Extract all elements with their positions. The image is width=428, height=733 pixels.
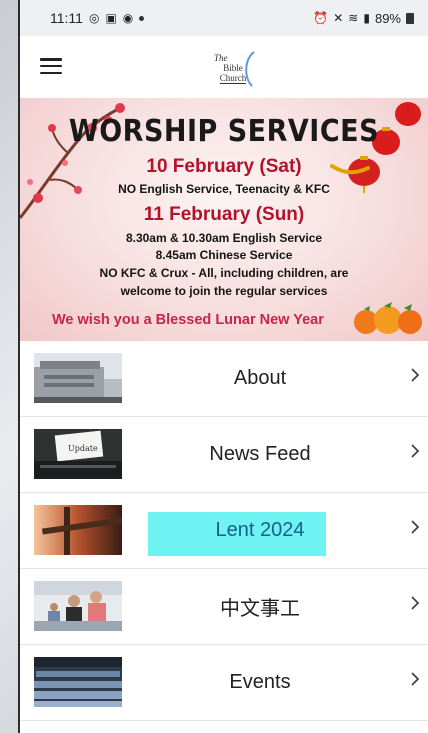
alarm-icon: ⏰ [313, 11, 329, 25]
app-bar: The Bible Church [20, 36, 428, 98]
wifi-icon: ≋ [348, 11, 359, 25]
notification-dot-icon [139, 15, 145, 21]
banner-line-4: NO KFC & Crux - All, including children,… [99, 266, 349, 280]
mute-icon: ✕ [333, 11, 344, 25]
chevron-right-icon [411, 368, 420, 382]
status-bar: 11:11 ◎ ▣ ◉ ⏰ ✕ ≋ ▮ 89% [20, 0, 428, 36]
whatsapp-icon: ◎ [88, 11, 100, 25]
events-thumbnail [34, 657, 122, 707]
banner-date-sat: 10 February (Sat) [146, 156, 302, 177]
about-thumbnail [34, 353, 122, 403]
menu-icon-bar [40, 64, 62, 68]
menu-item-events[interactable]: Events [20, 645, 428, 721]
status-left: 11:11 ◎ ▣ ◉ [50, 10, 145, 26]
logo-bible: Bible [223, 62, 243, 73]
status-right: ⏰ ✕ ≋ ▮ 89% [313, 11, 414, 26]
chevron-right-icon [411, 672, 420, 686]
status-time: 11:11 [50, 10, 83, 26]
battery-percent: 89% [374, 10, 401, 26]
logo-swoosh-icon [245, 51, 255, 87]
logo-the: The [214, 52, 228, 63]
menu-icon-bar [40, 58, 62, 61]
banner-title: WORSHIP SERVICES [68, 114, 380, 149]
menu-item-lent-2024[interactable]: Lent 2024 [20, 493, 428, 569]
menu-label-events: Events [229, 671, 291, 693]
banner-wish: We wish you a Blessed Lunar New Year [52, 312, 324, 328]
gallery-icon: ▣ [105, 11, 117, 25]
banner-line-1: NO English Service, Teenacity & KFC [118, 182, 330, 196]
church-logo[interactable]: The Bible Church [210, 46, 256, 90]
chevron-right-icon [411, 596, 420, 610]
news-feed-thumbnail: Update [34, 429, 122, 479]
chinese-ministry-thumbnail [34, 581, 122, 631]
battery-icon [406, 12, 414, 24]
menu-item-about[interactable]: About [20, 341, 428, 417]
banner-line-3: 8.45am Chinese Service [155, 248, 293, 262]
chevron-right-icon [411, 444, 420, 458]
menu-icon-bar [40, 71, 62, 74]
banner-line-5: welcome to join the regular services [120, 284, 328, 298]
signal-icon: ▮ [363, 11, 370, 25]
menu-icon[interactable] [40, 58, 62, 74]
phone-screen: 11:11 ◎ ▣ ◉ ⏰ ✕ ≋ ▮ 89% The Bible Church [18, 0, 428, 733]
menu-label-chinese-ministry: 中文事工 [220, 598, 300, 620]
worship-services-banner[interactable]: WORSHIP SERVICES 10 February (Sat) NO En… [20, 98, 428, 341]
lent-thumbnail [34, 505, 122, 555]
banner-date-sun: 11 February (Sun) [143, 204, 305, 225]
banner-line-2: 8.30am & 10.30am English Service [125, 231, 323, 245]
menu-item-chinese-ministry[interactable]: 中文事工 [20, 569, 428, 645]
sync-icon: ◉ [122, 11, 134, 25]
menu-label-about: About [233, 367, 287, 389]
menu-label-lent-2024: Lent 2024 [215, 519, 305, 541]
mandarin-oranges-icon [354, 302, 422, 334]
chevron-right-icon [411, 520, 420, 534]
menu-item-news-feed[interactable]: Update News Feed [20, 417, 428, 493]
menu-label-news-feed: News Feed [209, 443, 311, 465]
svg-text:Update: Update [68, 444, 98, 453]
